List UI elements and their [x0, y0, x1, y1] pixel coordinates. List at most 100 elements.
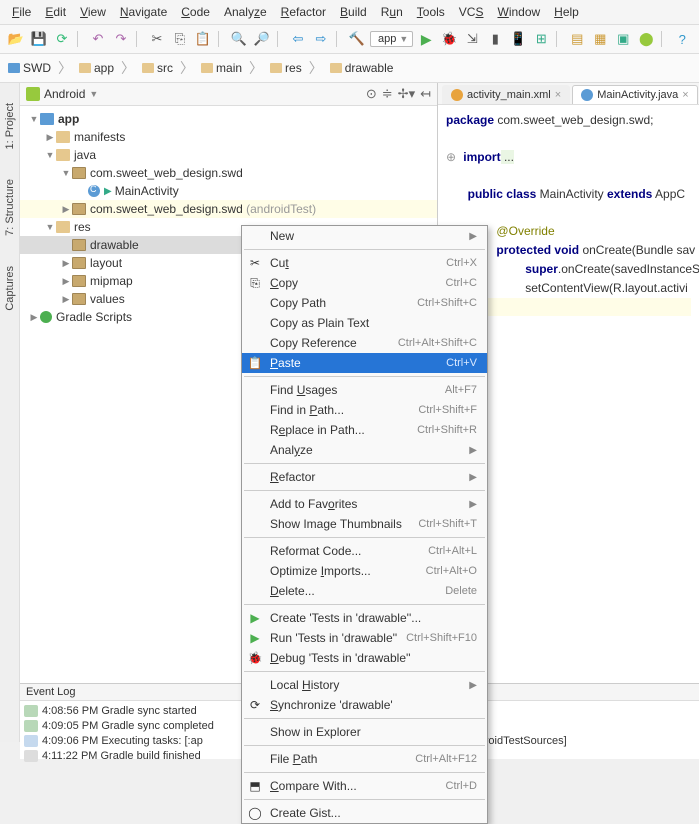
menu-build[interactable]: Build [334, 3, 373, 21]
context-menu-item[interactable]: Find UsagesAlt+F7 [242, 380, 487, 400]
collapse-icon[interactable]: ⊙ [366, 86, 377, 102]
close-icon[interactable]: × [682, 89, 688, 101]
expand-icon[interactable]: ≑ [382, 86, 393, 102]
sidetab-captures[interactable]: Captures [4, 266, 16, 311]
menu-item-label: Replace in Path... [270, 423, 365, 437]
breadcrumb-item[interactable]: res [268, 61, 304, 75]
menu-run[interactable]: Run [375, 3, 409, 21]
stop-icon[interactable]: ▮ [485, 29, 505, 49]
separator [244, 490, 485, 491]
context-menu-item[interactable]: Replace in Path... Ctrl+Shift+R [242, 420, 487, 440]
context-menu-item[interactable]: Optimize Imports...Ctrl+Alt+O [242, 561, 487, 581]
menu-navigate[interactable]: Navigate [114, 3, 173, 21]
context-menu-item[interactable]: Compare With...⬒Ctrl+D [242, 776, 487, 796]
menu-window[interactable]: Window [491, 3, 546, 21]
context-menu-item[interactable]: Analyze▶ [242, 440, 487, 460]
context-menu-item[interactable]: Show in Explorer [242, 722, 487, 742]
context-menu-item[interactable]: Find in Path...Ctrl+Shift+F [242, 400, 487, 420]
sdk-icon[interactable]: ⊞ [531, 29, 551, 49]
undo-icon[interactable]: ↶ [88, 29, 108, 49]
context-menu-item[interactable]: Run 'Tests in 'drawable''▶Ctrl+Shift+F10 [242, 628, 487, 648]
menu-item-label: Run 'Tests in 'drawable'' [270, 631, 397, 645]
context-menu-item[interactable]: Copy⎘Ctrl+C [242, 273, 487, 293]
find-icon[interactable]: 🔍 [229, 29, 249, 49]
sync-icon[interactable]: ⟳ [52, 29, 72, 49]
copy-icon[interactable]: ⎘ [170, 29, 190, 49]
project-view-label[interactable]: Android [44, 87, 85, 101]
back-icon[interactable]: ⇦ [288, 29, 308, 49]
sidetab-structure[interactable]: 7: Structure [4, 179, 16, 236]
menu-refactor[interactable]: Refactor [275, 3, 332, 21]
tree-manifests[interactable]: ▶manifests [20, 128, 437, 146]
menu-tools[interactable]: Tools [411, 3, 451, 21]
breadcrumb-item[interactable]: src [140, 61, 175, 75]
context-menu-item[interactable]: Reformat Code...Ctrl+Alt+L [242, 541, 487, 561]
tab-mainactivity[interactable]: MainActivity.java× [572, 85, 698, 104]
context-menu-item[interactable]: Synchronize 'drawable'⟳ [242, 695, 487, 715]
breadcrumb-root[interactable]: SWD [6, 61, 53, 75]
menu-vcs[interactable]: VCS [453, 3, 490, 21]
breadcrumb-item[interactable]: drawable [328, 61, 396, 75]
context-menu-item[interactable]: Copy PathCtrl+Shift+C [242, 293, 487, 313]
attach-icon[interactable]: ⇲ [462, 29, 482, 49]
menu-help[interactable]: Help [548, 3, 585, 21]
context-menu-item[interactable]: Paste📋Ctrl+V [242, 353, 487, 373]
context-menu-item[interactable]: Copy ReferenceCtrl+Alt+Shift+C [242, 333, 487, 353]
shortcut: Ctrl+Shift+R [417, 424, 477, 436]
context-menu-item[interactable]: Cut✂Ctrl+X [242, 253, 487, 273]
chevron-down-icon[interactable]: ▼ [89, 89, 98, 99]
tree-app[interactable]: ▼app [20, 110, 437, 128]
replace-icon[interactable]: 🔎 [252, 29, 272, 49]
gradle-icon[interactable]: ▣ [613, 29, 633, 49]
sidetab-project[interactable]: 1: Project [4, 103, 16, 149]
tree-pkg2[interactable]: ▶com.sweet_web_design.swd (androidTest) [20, 200, 437, 218]
gradle-icon [40, 311, 52, 323]
build-icon[interactable]: 🔨 [347, 29, 367, 49]
context-menu-item[interactable]: Debug 'Tests in 'drawable''🐞 [242, 648, 487, 668]
tree-mainactivity[interactable]: ▶MainActivity [20, 182, 437, 200]
forward-icon[interactable]: ⇨ [311, 29, 331, 49]
cut-icon[interactable]: ✂ [147, 29, 167, 49]
layers-icon[interactable]: ▦ [590, 29, 610, 49]
tab-activity-main[interactable]: activity_main.xml× [442, 85, 570, 104]
breadcrumb-item[interactable]: main [199, 61, 244, 75]
gear-icon[interactable]: ✢▾ [398, 86, 415, 102]
avd-icon[interactable]: 📱 [508, 29, 528, 49]
context-menu-item[interactable]: Refactor▶ [242, 467, 487, 487]
menu-file[interactable]: File [6, 3, 37, 21]
menu-analyze[interactable]: Analyze [218, 3, 273, 21]
android-icon[interactable]: ⬤ [636, 29, 656, 49]
menu-item-label: Copy as Plain Text [270, 316, 369, 330]
breadcrumb-item[interactable]: app [77, 61, 116, 75]
menu-code[interactable]: Code [175, 3, 216, 21]
menu-item-label: Show Image Thumbnails [270, 517, 402, 531]
paste-icon[interactable]: 📋 [193, 29, 213, 49]
context-menu-item[interactable]: Create Gist...◯ [242, 803, 487, 823]
module-selector[interactable]: app ▼ [370, 31, 413, 47]
context-menu-item[interactable]: Copy as Plain Text [242, 313, 487, 333]
hide-icon[interactable]: ↤ [420, 86, 431, 102]
open-icon[interactable]: 📂 [6, 29, 26, 49]
run-icon[interactable]: ▶ [416, 29, 436, 49]
context-menu-item[interactable]: File PathCtrl+Alt+F12 [242, 749, 487, 769]
context-menu-item[interactable]: Create 'Tests in 'drawable''...▶ [242, 608, 487, 628]
context-menu-item[interactable]: Local History▶ [242, 675, 487, 695]
help-icon[interactable]: ? [672, 29, 692, 49]
structure-icon[interactable]: ▤ [567, 29, 587, 49]
context-menu-item[interactable]: New▶ [242, 226, 487, 246]
context-menu-item[interactable]: Delete...Delete [242, 581, 487, 601]
debug-icon[interactable]: 🐞 [439, 29, 459, 49]
shortcut: Ctrl+V [446, 357, 477, 369]
shortcut: Ctrl+Shift+T [418, 518, 477, 530]
context-menu-item[interactable]: Show Image Thumbnails Ctrl+Shift+T [242, 514, 487, 534]
menu-view[interactable]: View [74, 3, 112, 21]
save-icon[interactable]: 💾 [29, 29, 49, 49]
context-menu-item[interactable]: Add to Favorites▶ [242, 494, 487, 514]
close-icon[interactable]: × [555, 89, 561, 101]
redo-icon[interactable]: ↷ [111, 29, 131, 49]
tree-java[interactable]: ▼java [20, 146, 437, 164]
tree-pkg1[interactable]: ▼com.sweet_web_design.swd [20, 164, 437, 182]
package-icon [72, 275, 86, 287]
menu-edit[interactable]: Edit [39, 3, 72, 21]
menu-item-label: Optimize Imports... [270, 564, 371, 578]
